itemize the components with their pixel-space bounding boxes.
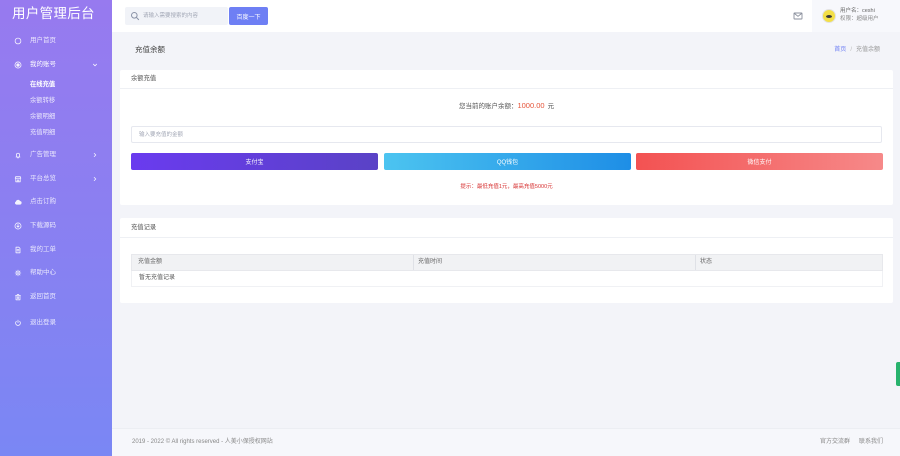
sidebar-item-label: 我的账号 [30,61,56,68]
basket-icon [14,293,22,301]
topbar: 百度一下 用户名：ceshi 权限：超级用户 [112,0,900,32]
sidebar-item-tickets[interactable]: 我的工单 [0,243,112,257]
breadcrumb: 首页 / 充值余额 [834,46,880,55]
records-card: 充值记录 充值金额 充值时间 状态 暂无充值记录 [120,218,893,303]
floating-side-tab[interactable] [896,362,900,386]
cloud-icon [14,198,22,206]
column-divider [695,255,696,270]
user-role: 权限：超级用户 [840,16,879,22]
app-title: 用户管理后台 [12,6,95,21]
chevron-down-icon [91,61,99,69]
empty-table-message: 暂无充值记录 [139,275,176,281]
balance-line: 您当前的账户余额：1000.00 元 [120,101,893,112]
column-divider [413,255,414,270]
balance-unit: 元 [547,103,555,110]
card-header: 充值记录 [120,218,893,238]
store-icon [14,175,22,183]
breadcrumb-current: 充值余额 [855,47,880,53]
footer: 2019 - 2022 © All rights reserved - 人美小保… [112,428,900,456]
balance-value: 1000.00 [517,101,545,110]
sidebar-subitem-balance-details[interactable]: 余额明细 [30,111,55,123]
sidebar-item-label: 返回首页 [30,293,56,300]
column-header-status: 状态 [700,259,713,265]
sidebar-item-home[interactable]: 用户首页 [0,34,112,48]
sidebar-item-order[interactable]: 点击订购 [0,195,112,209]
home-icon [14,37,22,45]
bell-icon [14,151,22,159]
sidebar-item-download[interactable]: 下载源码 [0,219,112,233]
column-header-amount: 充值金额 [138,259,163,265]
sidebar-item-label: 点击订购 [30,198,56,205]
search-button[interactable]: 百度一下 [229,7,268,25]
search-icon [130,11,140,21]
document-icon [14,246,22,254]
copyright: 2019 - 2022 © All rights reserved - 人美小保… [132,439,273,445]
sidebar-subitem-online-recharge[interactable]: 在线充值 [30,79,55,91]
help-icon [14,269,22,277]
search-input[interactable] [143,7,227,25]
sidebar-item-logout[interactable]: 退出登录 [0,316,112,330]
sidebar-item-help[interactable]: 帮助中心 [0,266,112,280]
wechat-pay-button[interactable]: 微信支付 [636,153,883,170]
amount-input[interactable] [131,126,882,143]
sidebar: 用户管理后台 用户首页 我的账号 在线充值 余额转移 余额明细 充值明细 广告管… [0,0,112,456]
qq-wallet-button[interactable]: QQ钱包 [384,153,631,170]
recharge-hint: 提示：最低充值1元，最高充值5000元 [460,184,553,190]
user-name: 用户名：ceshi [840,8,875,14]
account-icon [14,61,22,69]
column-header-time: 充值时间 [418,259,443,265]
sidebar-item-back-home[interactable]: 返回首页 [0,290,112,304]
sidebar-item-label: 平台总览 [30,175,56,182]
card-header: 余额充值 [120,70,893,89]
sidebar-subitem-balance-transfer[interactable]: 余额转移 [30,95,55,107]
sidebar-item-account[interactable]: 我的账号 [0,58,112,72]
chevron-right-icon [91,151,99,159]
table-header-row: 充值金额 充值时间 状态 [131,254,883,271]
user-menu[interactable]: 用户名：ceshi 权限：超级用户 [812,0,900,32]
sidebar-item-ads[interactable]: 广告管理 [0,148,112,162]
footer-link-group[interactable]: 官方交流群 [820,439,850,445]
card-title: 充值记录 [131,224,157,231]
footer-link-contact[interactable]: 联系我们 [859,439,883,445]
download-icon [14,222,22,230]
sidebar-subitem-recharge-details[interactable]: 充值明细 [30,127,55,139]
avatar [822,9,836,23]
recharge-card: 余额充值 您当前的账户余额：1000.00元 支付宝 QQ钱包 微信支付 提示：… [120,70,893,205]
sidebar-item-label: 我的工单 [30,246,56,253]
sidebar-item-label: 用户首页 [30,37,56,44]
balance-label: 您当前的账户余额： [458,103,518,110]
sidebar-item-label: 退出登录 [30,319,56,326]
sidebar-item-platform-overview[interactable]: 平台总览 [0,172,112,186]
sidebar-item-label: 广告管理 [30,151,56,158]
page-title: 充值余额 [135,45,165,54]
power-icon [14,319,22,327]
search-box [125,7,228,25]
chevron-right-icon [91,175,99,183]
sidebar-item-label: 帮助中心 [30,269,56,276]
card-title: 余额充值 [131,75,157,82]
breadcrumb-home-link[interactable]: 首页 [834,47,846,53]
sidebar-item-label: 下载源码 [30,222,56,229]
table-row: 暂无充值记录 [131,271,883,287]
footer-links: 官方交流群 联系我们 [820,438,883,447]
alipay-button[interactable]: 支付宝 [131,153,378,170]
mail-icon[interactable] [793,11,803,21]
breadcrumb-separator: / [850,47,852,53]
